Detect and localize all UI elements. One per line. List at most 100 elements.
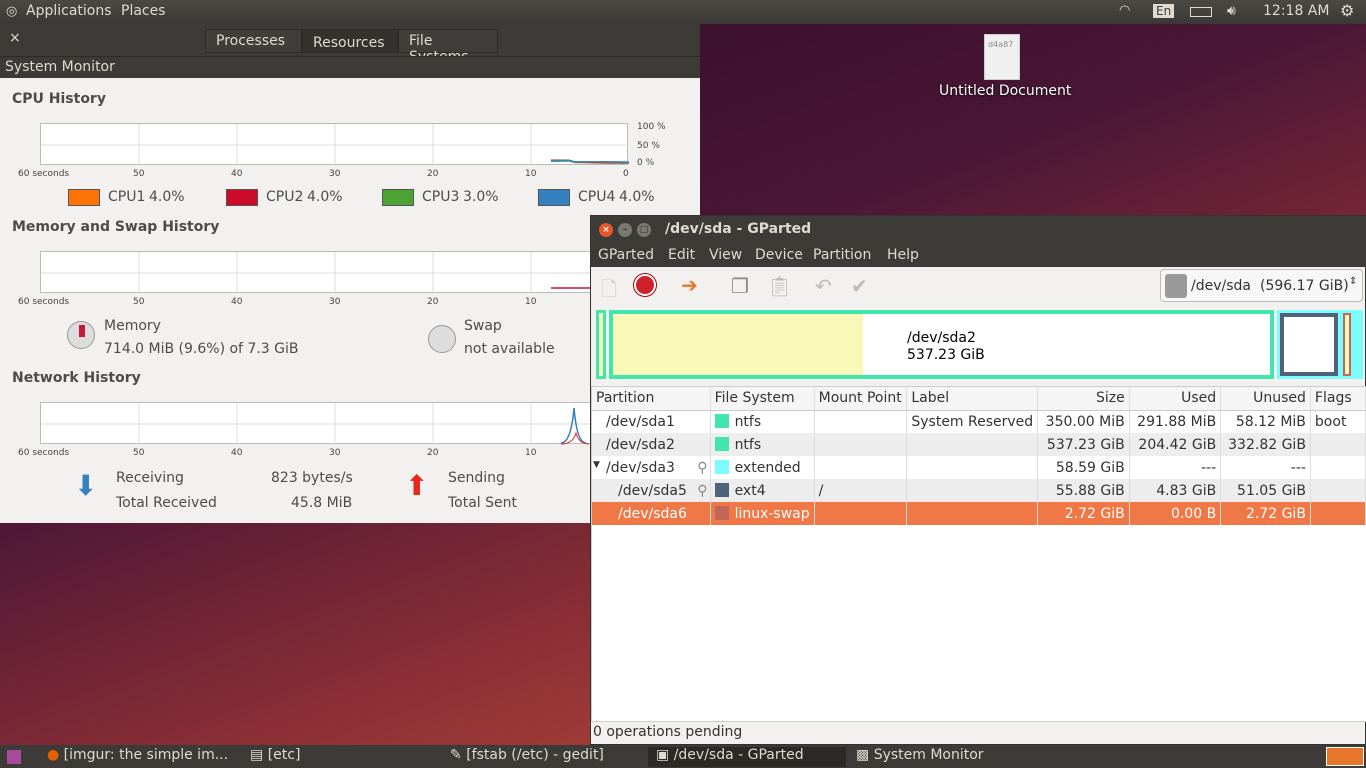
clock[interactable]: 12:18 AM — [1263, 3, 1329, 19]
maximize-window-button[interactable]: □ — [637, 223, 651, 237]
memory-label: Memory — [104, 318, 161, 334]
battery-icon[interactable] — [1190, 7, 1212, 17]
key-icon: ⚲ — [697, 482, 708, 499]
resize-move-icon[interactable]: ➔ — [681, 273, 698, 297]
task-gedit[interactable]: ✎ [fstab (/etc) - gedit] — [450, 747, 640, 767]
cpu2-legend-value: 4.0% — [307, 189, 343, 205]
x-tick: 0 — [623, 169, 629, 179]
column-header[interactable]: Unused — [1220, 387, 1311, 411]
task-label: [fstab (/etc) - gedit] — [466, 747, 604, 763]
column-header[interactable]: Partition — [592, 387, 711, 411]
task-firefox[interactable]: ● [imgur: the simple im... — [47, 747, 242, 767]
menu-edit[interactable]: Edit — [668, 247, 695, 263]
column-header[interactable]: Used — [1129, 387, 1222, 411]
new-partition-icon[interactable]: 🗋︎ — [601, 275, 617, 309]
close-window-button[interactable]: × — [599, 223, 613, 237]
partition-label — [906, 456, 1039, 479]
fs-color-swatch — [714, 459, 729, 474]
title-bar: × – □ /dev/sda - GParted — [591, 216, 1366, 244]
receiving-label: Receiving — [116, 470, 184, 486]
column-header[interactable]: Label — [906, 387, 1039, 411]
size: 58.59 GiB — [1037, 456, 1130, 479]
cpu4-color-swatch[interactable] — [538, 189, 570, 206]
cpu3-legend-value: 3.0% — [463, 189, 499, 205]
size: 350.00 MiB — [1037, 410, 1130, 433]
receiving-value: 823 bytes/s — [271, 470, 353, 486]
tab-file-systems[interactable]: File Systems — [398, 29, 498, 65]
task-system-monitor[interactable]: ▩ System Monitor — [856, 747, 1046, 767]
menu-device[interactable]: Device — [755, 247, 803, 263]
table-row[interactable]: /dev/sda6 linux-swap 2.72 GiB 0.00 B 2.7… — [592, 502, 1366, 525]
mount-point — [814, 502, 908, 525]
menu-help[interactable]: Help — [887, 247, 919, 263]
delete-icon[interactable] — [634, 274, 656, 296]
paste-icon[interactable]: 📋︎ — [767, 274, 792, 298]
file-manager-icon: ▤ — [250, 747, 264, 763]
cpu2-color-swatch[interactable] — [226, 189, 258, 206]
power-gear-icon[interactable]: ⚙ — [1340, 1, 1354, 20]
column-header[interactable]: File System — [710, 387, 815, 411]
disk-map-label: /dev/sda2 — [907, 330, 976, 346]
disk-segment-sda6[interactable] — [1343, 313, 1351, 376]
places-menu[interactable]: Places — [121, 3, 166, 19]
used: 4.83 GiB — [1129, 479, 1222, 502]
tab-resources[interactable]: Resources — [302, 29, 398, 53]
keyboard-indicator[interactable]: En — [1153, 4, 1175, 18]
size: 55.88 GiB — [1037, 479, 1130, 502]
apply-icon[interactable]: ✔ — [851, 274, 868, 298]
disk-segment-sda2[interactable]: /dev/sda2 537.23 GiB — [609, 310, 1274, 379]
document-file-icon[interactable]: d4a87 — [984, 34, 1020, 80]
table-row[interactable]: /dev/sda1 ntfs System Reserved 350.00 Mi… — [592, 410, 1366, 433]
task-files[interactable]: ▤ [etc] — [250, 747, 440, 767]
column-header[interactable]: Size — [1037, 387, 1130, 411]
unused: 51.05 GiB — [1220, 479, 1311, 502]
cpu1-color-swatch[interactable] — [68, 189, 100, 206]
tab-processes[interactable]: Processes — [205, 29, 302, 53]
x-tick: 60 seconds — [18, 297, 70, 307]
device-selector[interactable]: /dev/sda (596.17 GiB) ⇕ — [1160, 269, 1363, 302]
close-icon[interactable]: × — [9, 30, 21, 46]
memory-value: 714.0 MiB (9.6%) of 7.3 GiB — [104, 341, 299, 357]
show-desktop-icon[interactable] — [7, 750, 21, 764]
fs-color-swatch — [714, 505, 729, 520]
minimize-window-button[interactable]: – — [618, 223, 632, 237]
wifi-icon[interactable]: ◠ — [1119, 3, 1130, 18]
menu-view[interactable]: View — [709, 247, 742, 263]
desktop-icon-label[interactable]: Untitled Document — [939, 83, 1071, 99]
x-tick: 50 — [133, 448, 145, 458]
column-header[interactable]: Flags — [1310, 387, 1366, 411]
size: 537.23 GiB — [1037, 433, 1130, 456]
sending-arrow-icon: ⬆ — [405, 469, 429, 502]
expander-icon[interactable]: ▼ — [593, 460, 600, 470]
applications-menu[interactable]: Applications — [26, 3, 112, 19]
undo-icon[interactable]: ↶ — [815, 274, 832, 298]
mount-point: / — [814, 479, 908, 502]
x-tick: 40 — [231, 169, 243, 179]
column-header[interactable]: Mount Point — [814, 387, 908, 411]
menu-gparted[interactable]: GParted — [598, 247, 654, 263]
table-row[interactable]: ▼ /dev/sda3 ⚲ extended 58.59 GiB --- --- — [592, 456, 1366, 479]
table-row[interactable]: /dev/sda2 ntfs 537.23 GiB 204.42 GiB 332… — [592, 433, 1366, 456]
volume-icon[interactable]: 🔊︎ — [1227, 3, 1236, 19]
fs-color-swatch — [714, 482, 729, 497]
table-row[interactable]: /dev/sda5 ⚲ ext4 / 55.88 GiB 4.83 GiB 51.… — [592, 479, 1366, 502]
menu-partition[interactable]: Partition — [813, 247, 871, 263]
memory-pie-icon — [67, 321, 95, 349]
x-tick: 60 seconds — [18, 169, 70, 179]
partition-label — [906, 502, 1039, 525]
workspace-switcher[interactable] — [1326, 747, 1364, 766]
copy-icon[interactable]: ❐ — [731, 274, 749, 298]
cpu1-legend-label: CPU1 — [108, 189, 146, 205]
disk-segment-sda1[interactable] — [596, 310, 606, 379]
cpu3-color-swatch[interactable] — [382, 189, 414, 206]
disk-segment-sda3-extended[interactable] — [1277, 310, 1363, 379]
text-editor-icon: ✎ — [450, 747, 462, 763]
disk-segment-sda5[interactable] — [1280, 313, 1338, 376]
ubuntu-logo-icon[interactable]: ◎ — [6, 4, 17, 19]
memory-graph-svg — [41, 252, 629, 294]
flags — [1310, 479, 1366, 502]
x-tick: 50 — [133, 297, 145, 307]
y-tick: 0 % — [637, 158, 655, 168]
task-gparted[interactable]: ▣ /dev/sda - GParted — [648, 747, 846, 767]
fs-color-swatch — [714, 413, 729, 428]
